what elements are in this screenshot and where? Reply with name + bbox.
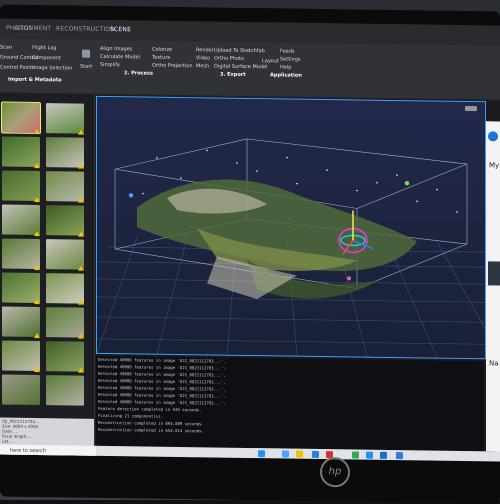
help-panel-nav[interactable]: Na — [489, 359, 499, 367]
ribbon-item[interactable]: Simplify — [100, 62, 120, 68]
ribbon-item[interactable]: Settings — [280, 56, 301, 62]
section-export-label: 3. Export — [220, 71, 246, 78]
warning-icon — [78, 299, 84, 305]
help-panel: My Na — [486, 121, 500, 452]
log-console: Detected 40000 features in image 'DJI_00… — [96, 355, 484, 452]
section-application-label: Application — [270, 72, 302, 79]
taskbar-search-label: here to search — [10, 447, 47, 455]
tab-alignment[interactable]: ALIGNMENT — [14, 25, 51, 33]
ribbon-item[interactable]: Feeds — [280, 48, 295, 54]
warning-icon — [78, 265, 84, 271]
app-icon[interactable] — [396, 452, 403, 460]
start-icon[interactable] — [82, 49, 90, 58]
tab-reconstruction[interactable]: RECONSTRUCTION — [56, 25, 115, 33]
image-list-panel: DJI_0021112704... Size: 4000 x 3000 Date… — [0, 92, 95, 459]
taskbar-search[interactable]: here to search — [0, 444, 96, 458]
point-cloud-scene — [96, 96, 486, 359]
ribbon-item[interactable]: Help — [280, 64, 291, 70]
ribbon-item[interactable]: Colorize — [152, 47, 172, 53]
app-icon[interactable] — [380, 451, 387, 459]
thumbnail[interactable] — [46, 375, 84, 406]
thumbnail-grid — [0, 101, 94, 434]
ribbon-item[interactable]: Ortho Photo — [214, 55, 244, 61]
edge-icon[interactable] — [366, 451, 373, 459]
ribbon-item[interactable]: Scan — [0, 45, 12, 51]
warning-icon — [78, 163, 84, 169]
ribbon-item[interactable]: Ortho Projection — [152, 63, 193, 70]
app-icon[interactable] — [282, 450, 289, 458]
warning-icon — [34, 332, 40, 339]
thumbnail[interactable] — [2, 374, 40, 406]
warning-icon — [34, 366, 40, 373]
section-process-label: 2. Process — [124, 70, 153, 77]
warning-icon — [78, 367, 84, 373]
warning-icon — [34, 128, 40, 135]
help-panel-title: My — [489, 161, 500, 170]
start-button[interactable]: Start — [80, 64, 92, 70]
warning-icon — [78, 231, 84, 237]
warning-icon — [34, 298, 40, 305]
section-import-label: Import & Metadata — [8, 76, 62, 84]
ribbon-item[interactable]: Mesh — [196, 63, 209, 69]
app-icon[interactable] — [312, 450, 319, 458]
ribbon-item[interactable]: Digital Surface Model — [214, 63, 267, 70]
ribbon-item[interactable]: Control Points — [0, 65, 35, 71]
screen: PHOTOS ALIGNMENT RECONSTRUCTION SCENE Sc… — [0, 18, 500, 462]
3d-viewport[interactable] — [96, 95, 486, 360]
ribbon-item[interactable]: Video — [196, 55, 210, 61]
warning-icon — [34, 162, 40, 169]
warning-icon — [78, 333, 84, 339]
warning-icon — [34, 196, 40, 203]
warning-icon — [34, 264, 40, 271]
warning-icon — [34, 230, 40, 237]
folder-icon[interactable] — [296, 450, 303, 458]
ribbon-item[interactable]: Upload To Sketchfab — [214, 47, 265, 54]
warning-icon — [78, 197, 84, 203]
monitor-bezel: PHOTOS ALIGNMENT RECONSTRUCTION SCENE Sc… — [0, 4, 500, 504]
ribbon-item[interactable]: Flight Log — [32, 45, 56, 51]
ribbon-item[interactable]: Component — [32, 55, 61, 61]
ribbon-item[interactable]: Calculate Model — [100, 54, 140, 61]
help-panel-button[interactable] — [488, 261, 500, 286]
hp-logo: hp — [320, 456, 350, 488]
ribbon-item[interactable]: Render — [196, 47, 214, 53]
ribbon-item[interactable]: Layout — [262, 58, 279, 64]
chrome-icon[interactable] — [352, 451, 359, 459]
ribbon-item[interactable]: Texture — [152, 55, 170, 61]
tab-scene[interactable]: SCENE — [110, 26, 131, 33]
warning-icon — [78, 129, 84, 135]
ribbon-item[interactable]: Image Selection — [32, 65, 72, 72]
task-view-icon[interactable] — [258, 450, 265, 458]
ribbon-item[interactable]: Align Images — [100, 46, 132, 52]
viewport-badge[interactable] — [465, 106, 477, 112]
back-arrow-icon[interactable] — [488, 131, 498, 142]
ribbon: Scan Flight Log Ground Control Component… — [0, 38, 500, 101]
